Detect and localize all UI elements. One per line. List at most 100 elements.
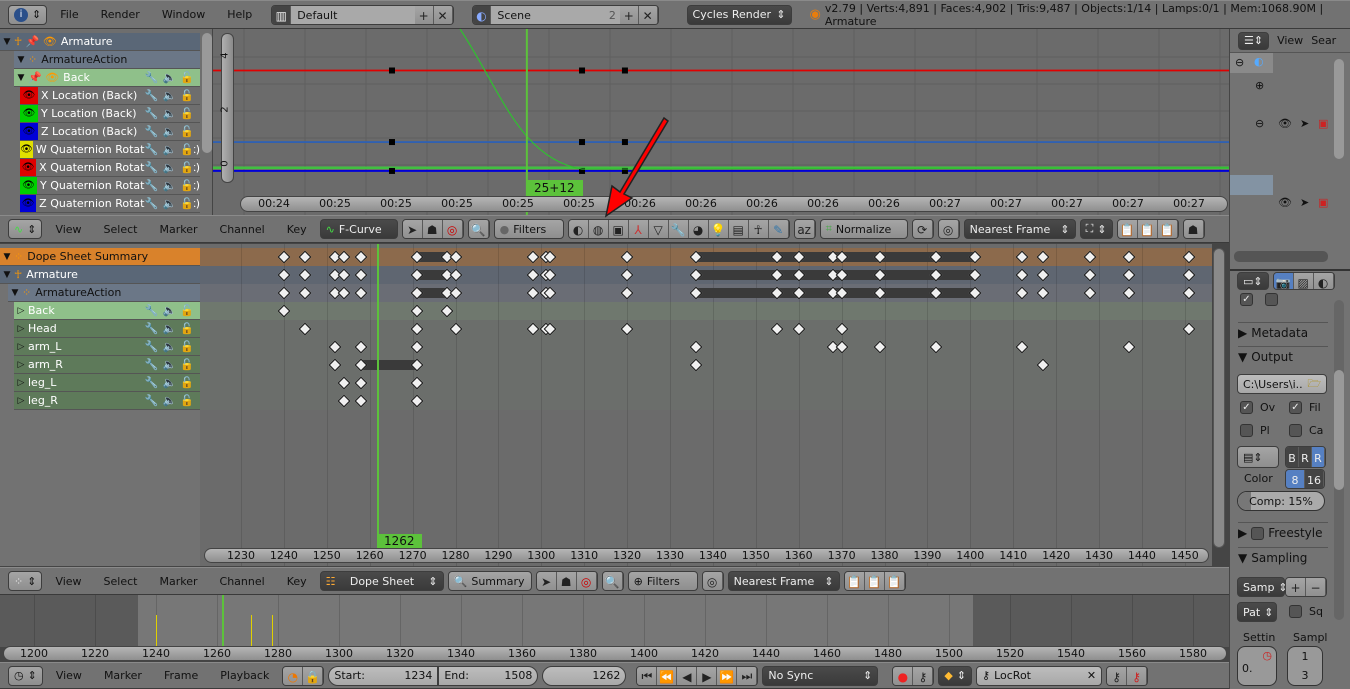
outliner-scrollbar[interactable] xyxy=(1334,59,1344,159)
mute-speaker-icon[interactable]: 🔈 xyxy=(163,143,177,156)
eye-icon[interactable]: 👁 xyxy=(20,177,37,194)
eye-icon[interactable]: 👁 xyxy=(20,159,37,176)
keying-set-icon[interactable]: ⚷ xyxy=(913,666,934,685)
lifebuoy-icon[interactable]: ◎ xyxy=(442,220,463,238)
prev-keyframe-icon[interactable]: ⏪ xyxy=(657,666,678,685)
armature-icon[interactable]: ☥ xyxy=(748,220,769,238)
modifier-wrench-icon[interactable]: 🔧 xyxy=(145,125,159,138)
modifier-wrench-icon[interactable]: 🔧 xyxy=(145,89,159,102)
mute-speaker-icon[interactable]: 🔈 xyxy=(163,179,177,192)
material-icon[interactable]: ◕ xyxy=(688,220,709,238)
preview-samples[interactable]: 3 xyxy=(1288,666,1322,685)
menu-render[interactable]: Render xyxy=(92,8,149,21)
copy-icon[interactable]: 📋 xyxy=(1117,220,1138,238)
collapsed-triangle-icon[interactable]: ▷ xyxy=(14,360,28,370)
collapsed-triangle-icon[interactable]: ▷ xyxy=(14,396,28,406)
close-icon[interactable]: ✕ xyxy=(433,5,453,24)
dope-filters-button[interactable]: ⊕ Filters xyxy=(627,571,698,591)
menu-view[interactable]: View xyxy=(1277,34,1303,47)
close-icon[interactable]: ✕ xyxy=(638,5,658,24)
scene-selector[interactable]: ◐ Scene 2 + ✕ xyxy=(471,4,659,25)
menu-playback[interactable]: Playback xyxy=(211,669,278,682)
eye-icon[interactable]: 👁 xyxy=(20,87,38,104)
dope-snap-select[interactable]: Nearest Frame ⇕ xyxy=(727,571,840,591)
dope-area[interactable] xyxy=(200,244,1212,566)
render-engine-select[interactable]: Cycles Render ⇕ xyxy=(686,4,792,25)
keyframe-type-select[interactable]: ◆ ⇕ xyxy=(938,665,973,686)
expanded-triangle-icon[interactable]: ▼ xyxy=(0,37,14,47)
color-depth-option[interactable]: 8 xyxy=(1286,470,1305,488)
clock-icon[interactable]: ◷ xyxy=(1262,649,1272,662)
menu-view[interactable]: View xyxy=(47,669,91,682)
expanded-triangle-icon[interactable]: ▼ xyxy=(14,73,28,83)
dope-channel-row[interactable]: ▼ ⁘ ArmatureAction xyxy=(8,284,200,302)
eye-icon[interactable]: 👁 xyxy=(20,123,38,140)
cursor-icon[interactable]: ➤ xyxy=(1300,196,1309,209)
ghost-icon[interactable]: ☗ xyxy=(422,220,443,238)
checkbox[interactable] xyxy=(1265,293,1278,306)
checkbox[interactable]: ✓ xyxy=(1289,401,1302,414)
eye-icon[interactable]: 👁 xyxy=(20,105,38,122)
copy-icon[interactable]: 📋 xyxy=(844,572,865,590)
graph-canvas[interactable] xyxy=(213,29,1229,215)
color-depth-option[interactable]: 16 xyxy=(1305,470,1324,488)
modifier-wrench-icon[interactable]: 🔧 xyxy=(145,143,159,156)
menu-frame[interactable]: Frame xyxy=(155,669,207,682)
add-icon[interactable]: + xyxy=(1286,578,1306,596)
jump-start-icon[interactable]: ⏮ xyxy=(637,666,658,685)
fcurve-keyframe[interactable] xyxy=(579,139,586,146)
modifier-wrench-icon[interactable]: 🔧 xyxy=(145,304,159,317)
render-layers-icon[interactable]: ▨ xyxy=(1293,273,1314,289)
sampling-panel-header[interactable]: ▼ Sampling xyxy=(1238,547,1328,565)
sampling-preset-select[interactable]: Samp ⇕ xyxy=(1237,577,1288,597)
fcurve-keyframe[interactable] xyxy=(579,67,586,74)
lock-icon[interactable]: 🔓 xyxy=(180,322,194,335)
lock-icon[interactable]: 🔓 xyxy=(180,376,194,389)
cursor-icon[interactable]: ➤ xyxy=(536,572,557,590)
modifier-wrench-icon[interactable]: 🔧 xyxy=(145,107,159,120)
search-icon[interactable]: 🔍 xyxy=(602,572,623,590)
expand-icon[interactable]: ⊕ xyxy=(1255,79,1264,92)
lock-icon[interactable]: 🔒 xyxy=(303,666,324,685)
mute-speaker-icon[interactable]: 🔈 xyxy=(163,322,177,335)
editor-type-properties[interactable]: ▭⇕ xyxy=(1237,272,1269,290)
dope-channel-row[interactable]: ▷ Back 🔧 🔈 🔓 xyxy=(14,302,200,320)
collapsed-triangle-icon[interactable]: ▷ xyxy=(14,324,28,334)
menu-select[interactable]: Select xyxy=(95,575,147,588)
search-icon[interactable]: 🔍 xyxy=(468,220,489,238)
scene-filter-icon[interactable]: ◐ xyxy=(568,220,589,238)
color-mode-option[interactable]: B xyxy=(1286,447,1299,467)
current-frame-line[interactable] xyxy=(377,244,380,549)
fcurve-keyframe[interactable] xyxy=(389,67,395,74)
menu-key[interactable]: Key xyxy=(278,223,316,236)
ghost-icon[interactable]: ☗ xyxy=(556,572,577,590)
mute-speaker-icon[interactable]: 🔈 xyxy=(163,71,177,84)
modifier-wrench-icon[interactable]: 🔧 xyxy=(145,376,159,389)
graph-channel-row[interactable]: 👁 X Location (Back) 🔧 🔈 🔓 xyxy=(20,87,200,105)
preview-range-icon[interactable]: ◔ xyxy=(283,666,304,685)
output-path-field[interactable]: C:\Users\i... 🗁 xyxy=(1237,374,1327,394)
add-icon[interactable]: + xyxy=(414,5,434,24)
lock-icon[interactable]: 🔓 xyxy=(180,358,194,371)
collapsed-triangle-icon[interactable]: ▷ xyxy=(14,306,28,316)
graph-mode-select[interactable]: ∿ F-Curve xyxy=(319,219,398,239)
fcurve-keyframe[interactable] xyxy=(621,67,628,74)
scene-name[interactable]: Scene xyxy=(491,5,605,24)
mute-speaker-icon[interactable]: 🔈 xyxy=(163,376,177,389)
outliner-h-scrollbar[interactable] xyxy=(1234,251,1328,262)
normalize-button[interactable]: ⌗ Normalize xyxy=(819,219,908,239)
dope-channel-row[interactable]: ▼ ☥ Armature xyxy=(0,266,200,284)
modifier-wrench-icon[interactable]: 🔧 xyxy=(145,71,159,84)
modifier-wrench-icon[interactable]: 🔧 xyxy=(145,358,159,371)
eye-icon[interactable]: 👁 xyxy=(1278,196,1292,209)
mute-speaker-icon[interactable]: 🔈 xyxy=(163,107,177,120)
lamp-icon[interactable]: 💡 xyxy=(708,220,729,238)
dope-mode-select[interactable]: ☷ Dope Sheet ⇕ xyxy=(319,571,444,591)
timeline-ruler[interactable] xyxy=(3,646,1227,661)
lock-icon[interactable]: 🔓 xyxy=(180,143,194,156)
seed-field[interactable]: ◷ 0. xyxy=(1237,646,1277,686)
lock-icon[interactable]: 🔓 xyxy=(180,89,194,102)
mute-speaker-icon[interactable]: 🔈 xyxy=(163,394,177,407)
mute-speaker-icon[interactable]: 🔈 xyxy=(163,161,177,174)
modifier-wrench-icon[interactable]: 🔧 xyxy=(145,179,159,192)
